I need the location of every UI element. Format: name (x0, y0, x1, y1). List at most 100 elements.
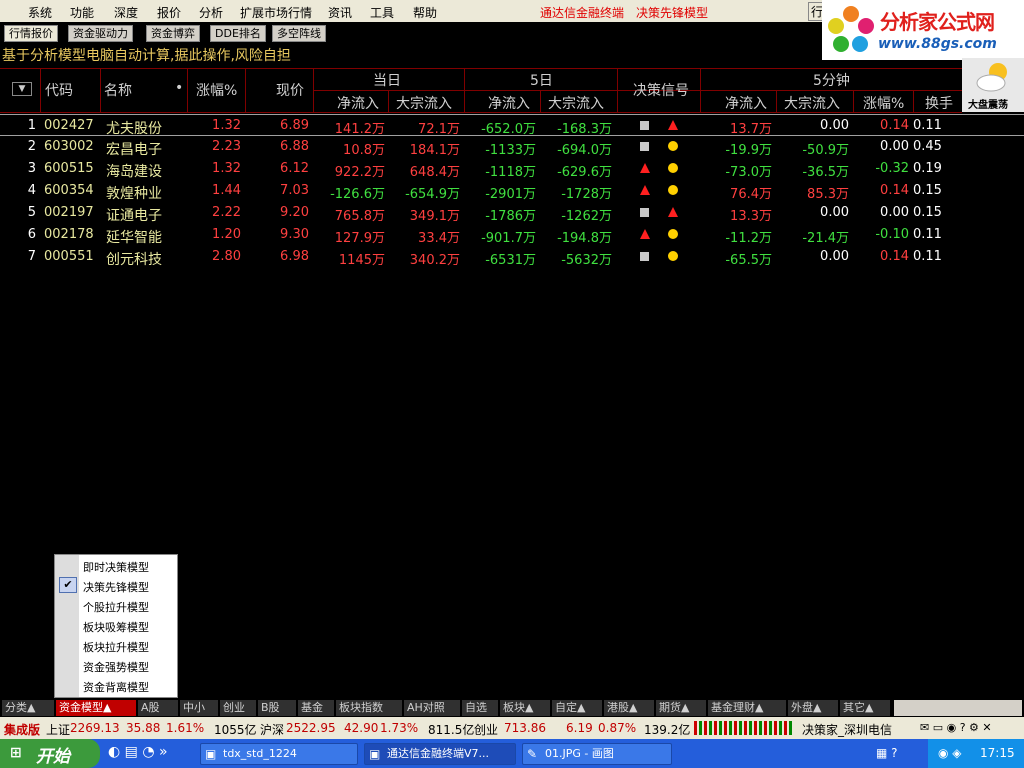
tab-fund-finance[interactable]: 基金理财▲ (708, 700, 786, 716)
menu-function[interactable]: 功能 (70, 4, 94, 21)
menu-system[interactable]: 系统 (28, 4, 52, 21)
tab-futures[interactable]: 期货▲ (656, 700, 706, 716)
cell-price: 6.12 (280, 161, 309, 176)
header-5min-change[interactable]: 涨幅% (863, 93, 904, 113)
start-button[interactable]: ⊞ 开始 (0, 739, 100, 768)
menu-item-divergence-model[interactable]: 资金背离模型 (83, 679, 149, 695)
cell-m-block: 85.3万 (807, 187, 849, 202)
cell-w-net: -901.7万 (481, 231, 536, 246)
table-row[interactable]: 1 002427 尤夫股份 1.32 6.89 141.2万 72.1万 -652.0万 -16… (0, 114, 1024, 137)
tab-capital-model[interactable]: 资金模型▲ (56, 700, 136, 716)
header-5day-block[interactable]: 大宗流入 (548, 93, 604, 113)
menu-news[interactable]: 资讯 (328, 4, 352, 21)
status-icons[interactable]: ✉ ▭ ◉ ? ⚙ ✕ (920, 721, 992, 734)
tab-funds[interactable]: 基金 (298, 700, 334, 716)
cell-d-block: 648.4万 (409, 165, 460, 180)
menu-quote[interactable]: 报价 (157, 4, 181, 21)
cell-d-block: 340.2万 (409, 253, 460, 268)
menu-tools[interactable]: 工具 (370, 4, 394, 21)
tab-foreign[interactable]: 外盘▲ (788, 700, 838, 716)
server-label[interactable]: 决策家_深圳电信 (802, 721, 892, 738)
header-name[interactable]: 名称 (104, 80, 132, 100)
menu-extended-market[interactable]: 扩展市场行情 (240, 4, 312, 21)
keyboard-icon[interactable]: ▦ ? (876, 746, 898, 760)
sort-dropdown-icon[interactable]: ▼ (12, 82, 32, 96)
sh-value: 2269.13 (70, 721, 120, 735)
table-row[interactable]: 3 600515 海岛建设 1.32 6.12 922.2万 648.4万 -1118万 -62… (0, 158, 1024, 180)
tab-other[interactable]: 其它▲ (840, 700, 890, 716)
table-row[interactable]: 4 600354 敦煌种业 1.44 7.03 -126.6万 -654.9万 -2901万 -… (0, 180, 1024, 202)
menu-item-pioneer-model[interactable]: 决策先锋模型 (83, 579, 149, 595)
menu-item-instant-model[interactable]: 即时决策模型 (83, 559, 149, 575)
tab-capital-driver[interactable]: 资金驱动力 (68, 25, 133, 42)
cell-price: 7.03 (280, 183, 309, 198)
tab-gem[interactable]: 创业 (220, 700, 256, 716)
header-today-net[interactable]: 净流入 (337, 93, 379, 113)
tray-icons[interactable]: ◉ ◈ (938, 746, 962, 760)
cell-m-chg: -0.32 (875, 161, 909, 176)
sh-amount: 1055亿 (214, 723, 257, 737)
taskbar-item-folder[interactable]: ▣ tdx_std_1224 (200, 743, 358, 765)
cell-no: 4 (27, 183, 36, 198)
cell-d-net: 765.8万 (334, 209, 385, 224)
market-weather-widget[interactable]: 大盘震荡 (962, 58, 1024, 112)
signal-triangle-icon (668, 120, 678, 130)
signal-triangle-icon (640, 229, 650, 239)
tab-ah-compare[interactable]: AH对照 (404, 700, 460, 716)
cell-d-block: 349.1万 (409, 209, 460, 224)
taskbar-item-paint[interactable]: ✎ 01.JPG - 画图 (522, 743, 672, 765)
tab-category[interactable]: 分类▲ (2, 700, 54, 716)
header-today-group: 当日 (373, 73, 401, 89)
cell-turn: 0.11 (913, 227, 942, 242)
header-5min-block[interactable]: 大宗流入 (784, 93, 840, 113)
menu-item-strong-capital-model[interactable]: 资金强势模型 (83, 659, 149, 675)
cell-m-net: -73.0万 (725, 165, 772, 180)
header-turnover[interactable]: 换手 (925, 93, 953, 113)
cell-d-block: 33.4万 (418, 231, 460, 246)
tab-sme[interactable]: 中小 (180, 700, 218, 716)
signal-circle-icon (668, 251, 678, 261)
sh-change: 35.88 (126, 721, 161, 735)
table-row[interactable]: 6 002178 延华智能 1.20 9.30 127.9万 33.4万 -901.7万 -19… (0, 224, 1024, 246)
header-5day-net[interactable]: 净流入 (488, 93, 530, 113)
tab-long-short[interactable]: 多空阵线 (272, 25, 326, 42)
cell-m-block: 0.00 (820, 249, 849, 264)
tab-capital-game[interactable]: 资金博弈 (146, 25, 200, 42)
quick-launch-icons[interactable]: ◐ ▤ ◔ » (108, 744, 168, 760)
menu-item-sector-rise-model[interactable]: 板块拉升模型 (83, 639, 149, 655)
table-row[interactable]: 7 000551 创元科技 2.80 6.98 1145万 340.2万 -6531万 -563… (0, 246, 1024, 268)
header-price[interactable]: 现价 (276, 80, 304, 100)
menu-depth[interactable]: 深度 (114, 4, 138, 21)
table-row[interactable]: 2 603002 宏昌电子 2.23 6.88 10.8万 184.1万 -1133万 -694… (0, 136, 1024, 158)
cell-w-net: -1786万 (485, 209, 536, 224)
tab-quotes[interactable]: 行情报价 (4, 25, 58, 42)
tab-dde-rank[interactable]: DDE排名 (210, 25, 266, 42)
logo-url: www.88gs.com (878, 36, 997, 52)
tab-custom[interactable]: 自定▲ (552, 700, 602, 716)
tab-watchlist[interactable]: 自选 (462, 700, 498, 716)
signal-circle-icon (668, 185, 678, 195)
cell-w-block: -168.3万 (557, 122, 612, 137)
tab-hk-stocks[interactable]: 港股▲ (604, 700, 654, 716)
header-change[interactable]: 涨幅% (196, 80, 237, 100)
cell-change: 1.20 (212, 227, 241, 242)
tab-sectors[interactable]: 板块▲ (500, 700, 550, 716)
tab-a-shares[interactable]: A股 (138, 700, 178, 716)
header-code[interactable]: 代码 (45, 80, 73, 100)
paint-icon: ✎ (527, 747, 538, 761)
menu-item-stock-rise-model[interactable]: 个股拉升模型 (83, 599, 149, 615)
header-today-block[interactable]: 大宗流入 (396, 93, 452, 113)
header-5min-net[interactable]: 净流入 (725, 93, 767, 113)
tab-sector-index[interactable]: 板块指数 (336, 700, 402, 716)
menu-item-sector-absorb-model[interactable]: 板块吸筹模型 (83, 619, 149, 635)
taskbar-item-terminal[interactable]: ▣ 通达信金融终端V7... (364, 743, 516, 765)
tab-b-shares[interactable]: B股 (258, 700, 296, 716)
signal-square-icon (640, 208, 649, 217)
table-row[interactable]: 5 002197 证通电子 2.22 9.20 765.8万 349.1万 -1786万 -12… (0, 202, 1024, 224)
menu-analysis[interactable]: 分析 (199, 4, 223, 21)
header-signal[interactable]: 决策信号 (633, 80, 689, 100)
menu-help[interactable]: 帮助 (413, 4, 437, 21)
hs-pct: 1.73% (380, 721, 419, 735)
hs-label: 沪深 (260, 723, 285, 737)
tab-scrollbar[interactable] (894, 700, 1022, 716)
